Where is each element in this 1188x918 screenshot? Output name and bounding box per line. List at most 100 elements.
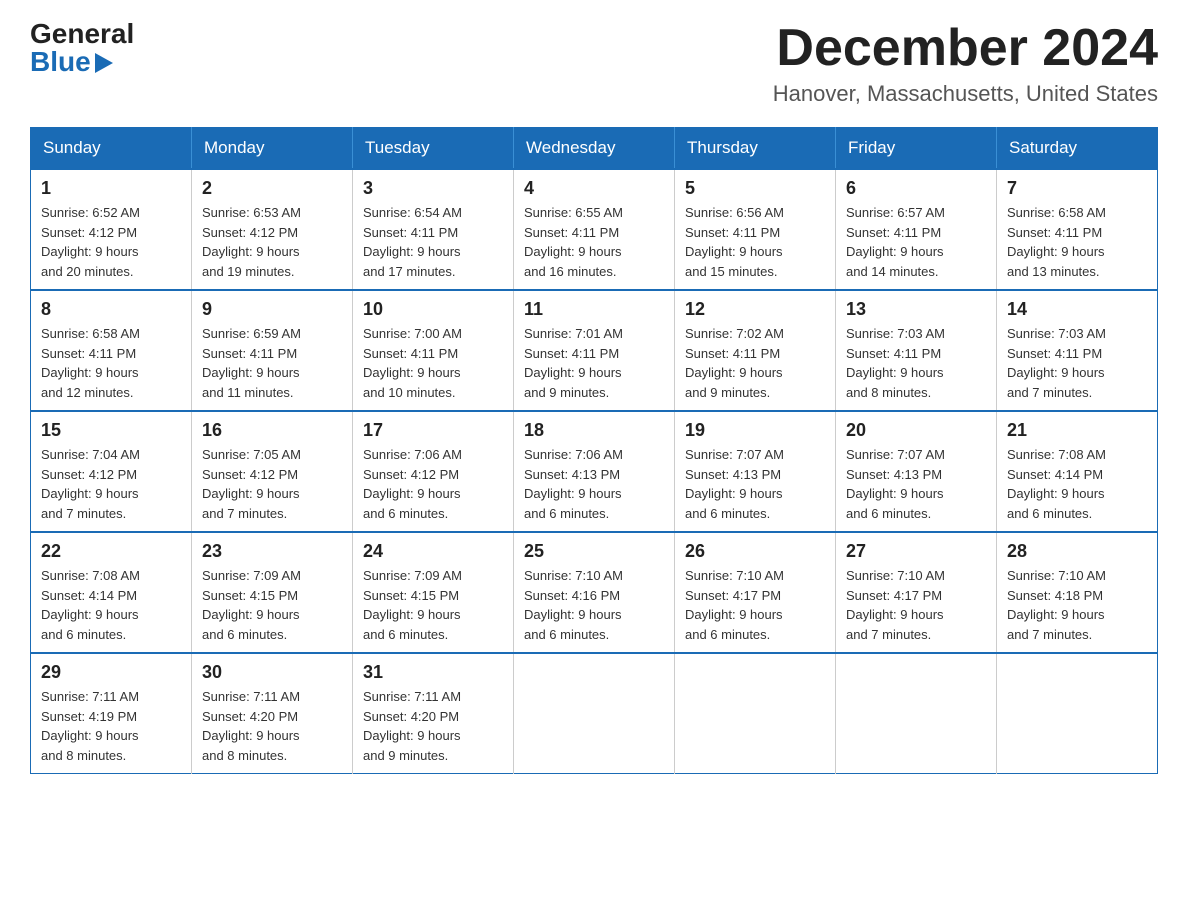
calendar-cell (997, 653, 1158, 774)
title-area: December 2024 Hanover, Massachusetts, Un… (773, 20, 1158, 107)
logo-arrow-icon (95, 53, 113, 73)
calendar-cell: 27Sunrise: 7:10 AMSunset: 4:17 PMDayligh… (836, 532, 997, 653)
calendar-week-3: 15 Sunrise: 7:04 AMSunset: 4:12 PMDayligh… (31, 411, 1158, 532)
page-header: General Blue December 2024 Hanover, Mass… (30, 20, 1158, 107)
day-number: 14 (1007, 299, 1147, 320)
location-title: Hanover, Massachusetts, United States (773, 81, 1158, 107)
day-info: Sunrise: 7:10 AMSunset: 4:17 PMDaylight:… (685, 566, 825, 644)
day-info: Sunrise: 7:09 AMSunset: 4:15 PMDaylight:… (202, 566, 342, 644)
calendar-cell: 23 Sunrise: 7:09 AMSunset: 4:15 PMDayligh… (192, 532, 353, 653)
calendar-cell: 17Sunrise: 7:06 AMSunset: 4:12 PMDayligh… (353, 411, 514, 532)
day-info: Sunrise: 7:00 AMSunset: 4:11 PMDaylight:… (363, 324, 503, 402)
calendar-table: SundayMondayTuesdayWednesdayThursdayFrid… (30, 127, 1158, 774)
calendar-cell: 28 Sunrise: 7:10 AMSunset: 4:18 PMDayligh… (997, 532, 1158, 653)
day-number: 10 (363, 299, 503, 320)
day-info: Sunrise: 7:03 AMSunset: 4:11 PMDaylight:… (1007, 324, 1147, 402)
day-info: Sunrise: 7:07 AMSunset: 4:13 PMDaylight:… (846, 445, 986, 523)
day-number: 15 (41, 420, 181, 441)
header-tuesday: Tuesday (353, 128, 514, 170)
day-number: 31 (363, 662, 503, 683)
day-number: 5 (685, 178, 825, 199)
day-number: 16 (202, 420, 342, 441)
calendar-cell: 12Sunrise: 7:02 AMSunset: 4:11 PMDayligh… (675, 290, 836, 411)
logo-blue-text: Blue (30, 48, 113, 76)
calendar-cell: 8Sunrise: 6:58 AMSunset: 4:11 PMDaylight… (31, 290, 192, 411)
day-info: Sunrise: 7:11 AMSunset: 4:20 PMDaylight:… (202, 687, 342, 765)
day-number: 1 (41, 178, 181, 199)
calendar-cell: 19Sunrise: 7:07 AMSunset: 4:13 PMDayligh… (675, 411, 836, 532)
day-number: 3 (363, 178, 503, 199)
day-info: Sunrise: 7:04 AMSunset: 4:12 PMDaylight:… (41, 445, 181, 523)
day-info: Sunrise: 7:01 AMSunset: 4:11 PMDaylight:… (524, 324, 664, 402)
day-number: 26 (685, 541, 825, 562)
day-info: Sunrise: 7:05 AMSunset: 4:12 PMDaylight:… (202, 445, 342, 523)
calendar-week-4: 22 Sunrise: 7:08 AMSunset: 4:14 PMDayligh… (31, 532, 1158, 653)
day-number: 13 (846, 299, 986, 320)
header-thursday: Thursday (675, 128, 836, 170)
calendar-cell: 10 Sunrise: 7:00 AMSunset: 4:11 PMDayligh… (353, 290, 514, 411)
calendar-cell: 9 Sunrise: 6:59 AMSunset: 4:11 PMDaylight… (192, 290, 353, 411)
day-info: Sunrise: 7:10 AMSunset: 4:18 PMDaylight:… (1007, 566, 1147, 644)
calendar-cell: 6Sunrise: 6:57 AMSunset: 4:11 PMDaylight… (836, 169, 997, 290)
calendar-cell: 13 Sunrise: 7:03 AMSunset: 4:11 PMDayligh… (836, 290, 997, 411)
day-info: Sunrise: 7:10 AMSunset: 4:16 PMDaylight:… (524, 566, 664, 644)
day-number: 22 (41, 541, 181, 562)
calendar-cell: 4Sunrise: 6:55 AMSunset: 4:11 PMDaylight… (514, 169, 675, 290)
day-number: 17 (363, 420, 503, 441)
day-number: 18 (524, 420, 664, 441)
calendar-cell (836, 653, 997, 774)
day-number: 20 (846, 420, 986, 441)
day-number: 29 (41, 662, 181, 683)
calendar-header-row: SundayMondayTuesdayWednesdayThursdayFrid… (31, 128, 1158, 170)
day-number: 21 (1007, 420, 1147, 441)
day-number: 2 (202, 178, 342, 199)
calendar-week-2: 8Sunrise: 6:58 AMSunset: 4:11 PMDaylight… (31, 290, 1158, 411)
calendar-cell: 30 Sunrise: 7:11 AMSunset: 4:20 PMDayligh… (192, 653, 353, 774)
calendar-cell: 29Sunrise: 7:11 AMSunset: 4:19 PMDayligh… (31, 653, 192, 774)
header-sunday: Sunday (31, 128, 192, 170)
calendar-cell: 18 Sunrise: 7:06 AMSunset: 4:13 PMDayligh… (514, 411, 675, 532)
day-number: 8 (41, 299, 181, 320)
day-info: Sunrise: 7:08 AMSunset: 4:14 PMDaylight:… (41, 566, 181, 644)
calendar-cell (675, 653, 836, 774)
calendar-cell: 14 Sunrise: 7:03 AMSunset: 4:11 PMDayligh… (997, 290, 1158, 411)
day-info: Sunrise: 7:03 AMSunset: 4:11 PMDaylight:… (846, 324, 986, 402)
calendar-cell: 2 Sunrise: 6:53 AMSunset: 4:12 PMDaylight… (192, 169, 353, 290)
day-info: Sunrise: 6:54 AMSunset: 4:11 PMDaylight:… (363, 203, 503, 281)
header-friday: Friday (836, 128, 997, 170)
day-info: Sunrise: 7:10 AMSunset: 4:17 PMDaylight:… (846, 566, 986, 644)
calendar-cell: 20 Sunrise: 7:07 AMSunset: 4:13 PMDayligh… (836, 411, 997, 532)
calendar-week-1: 1 Sunrise: 6:52 AMSunset: 4:12 PMDaylight… (31, 169, 1158, 290)
day-info: Sunrise: 6:56 AMSunset: 4:11 PMDaylight:… (685, 203, 825, 281)
logo: General Blue (30, 20, 134, 76)
day-number: 12 (685, 299, 825, 320)
day-info: Sunrise: 7:09 AMSunset: 4:15 PMDaylight:… (363, 566, 503, 644)
day-number: 7 (1007, 178, 1147, 199)
day-info: Sunrise: 6:59 AMSunset: 4:11 PMDaylight:… (202, 324, 342, 402)
calendar-cell: 7Sunrise: 6:58 AMSunset: 4:11 PMDaylight… (997, 169, 1158, 290)
day-number: 6 (846, 178, 986, 199)
logo-general-text: General (30, 20, 134, 48)
day-info: Sunrise: 6:55 AMSunset: 4:11 PMDaylight:… (524, 203, 664, 281)
calendar-cell: 31 Sunrise: 7:11 AMSunset: 4:20 PMDayligh… (353, 653, 514, 774)
calendar-cell: 16 Sunrise: 7:05 AMSunset: 4:12 PMDayligh… (192, 411, 353, 532)
calendar-cell: 26 Sunrise: 7:10 AMSunset: 4:17 PMDayligh… (675, 532, 836, 653)
day-number: 30 (202, 662, 342, 683)
day-info: Sunrise: 6:53 AMSunset: 4:12 PMDaylight:… (202, 203, 342, 281)
calendar-cell: 11Sunrise: 7:01 AMSunset: 4:11 PMDayligh… (514, 290, 675, 411)
calendar-cell (514, 653, 675, 774)
day-number: 23 (202, 541, 342, 562)
day-number: 24 (363, 541, 503, 562)
month-title: December 2024 (773, 20, 1158, 77)
calendar-cell: 15 Sunrise: 7:04 AMSunset: 4:12 PMDayligh… (31, 411, 192, 532)
day-info: Sunrise: 7:08 AMSunset: 4:14 PMDaylight:… (1007, 445, 1147, 523)
day-number: 9 (202, 299, 342, 320)
header-wednesday: Wednesday (514, 128, 675, 170)
calendar-cell: 3 Sunrise: 6:54 AMSunset: 4:11 PMDaylight… (353, 169, 514, 290)
day-info: Sunrise: 6:52 AMSunset: 4:12 PMDaylight:… (41, 203, 181, 281)
calendar-week-5: 29Sunrise: 7:11 AMSunset: 4:19 PMDayligh… (31, 653, 1158, 774)
day-info: Sunrise: 7:06 AMSunset: 4:13 PMDaylight:… (524, 445, 664, 523)
day-info: Sunrise: 7:07 AMSunset: 4:13 PMDaylight:… (685, 445, 825, 523)
day-number: 28 (1007, 541, 1147, 562)
day-info: Sunrise: 7:11 AMSunset: 4:20 PMDaylight:… (363, 687, 503, 765)
